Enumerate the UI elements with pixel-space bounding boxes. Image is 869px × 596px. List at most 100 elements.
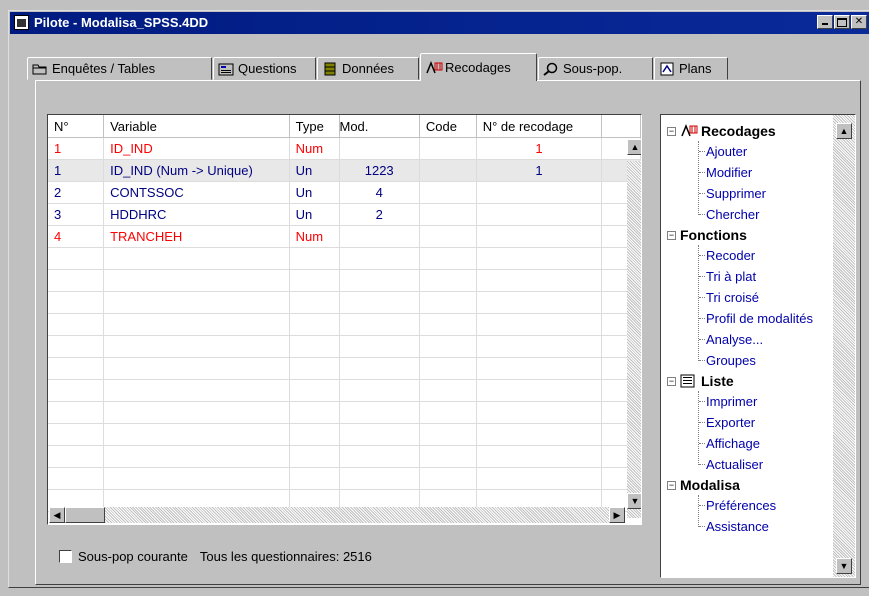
column-header-code[interactable]: Code <box>419 115 477 138</box>
cell-variable: TRANCHEH <box>103 225 290 248</box>
cell-variable: HDDHRC <box>103 203 290 226</box>
tree-item-label: Tri à plat <box>706 269 757 284</box>
cell-recodage <box>476 225 603 248</box>
cell-recodage <box>476 335 603 358</box>
maximize-button[interactable] <box>834 15 850 29</box>
table-row[interactable] <box>48 401 641 424</box>
table-body: 1 ID_IND Num 1 1 ID_IND (Num -> Unique) Un 1223… <box>48 137 641 512</box>
minimize-button[interactable] <box>817 15 833 29</box>
tree-item[interactable]: Imprimer <box>699 391 757 412</box>
tab-plans[interactable]: Plans <box>654 57 728 80</box>
recode-icon <box>680 123 698 138</box>
collapse-icon[interactable]: − <box>667 480 676 490</box>
cell-n <box>48 247 105 270</box>
tree-item[interactable]: Affichage <box>699 433 760 454</box>
collapse-icon[interactable]: − <box>667 126 676 136</box>
sous-pop-checkbox[interactable] <box>59 549 72 563</box>
cell-variable <box>103 467 290 490</box>
table-row[interactable] <box>48 247 641 270</box>
tab-enquetes-tables[interactable]: Enquêtes / Tables <box>27 57 212 80</box>
table-row[interactable]: 1 ID_IND (Num -> Unique) Un 1223 1 <box>48 159 641 182</box>
magnifier-icon <box>543 62 559 76</box>
tree-item[interactable]: Modifier <box>699 162 752 183</box>
table-row[interactable] <box>48 357 641 380</box>
tree-item[interactable]: Tri à plat <box>699 266 756 287</box>
sous-pop-checkbox-label[interactable]: Sous-pop courante <box>78 549 188 564</box>
horizontal-scrollbar[interactable]: ◀ ▶ <box>49 507 625 523</box>
tree-item[interactable]: Actualiser <box>699 454 763 475</box>
table-row[interactable]: 1 ID_IND Num 1 <box>48 137 641 160</box>
cell-variable <box>103 445 290 468</box>
app-icon[interactable] <box>14 15 29 30</box>
collapse-icon[interactable]: − <box>667 230 676 240</box>
cell-mod <box>339 313 420 336</box>
table-row[interactable] <box>48 335 641 358</box>
cell-variable <box>103 335 290 358</box>
recodages-grid[interactable]: N° Variable Type Mod. Code N° de recodag… <box>47 114 642 525</box>
scroll-left-button[interactable]: ◀ <box>49 507 65 523</box>
tab-donnees[interactable]: Données <box>317 57 419 80</box>
cell-code <box>419 379 477 402</box>
tree-item[interactable]: Ajouter <box>699 141 747 162</box>
title-bar[interactable]: Pilote - Modalisa_SPSS.4DD ✕ <box>10 12 869 34</box>
cell-code <box>419 467 477 490</box>
table-row[interactable]: 3 HDDHRC Un 2 <box>48 203 641 226</box>
column-header-type[interactable]: Type <box>289 115 340 138</box>
tree-node-label: Recodages <box>701 123 776 139</box>
tree-item-label: Assistance <box>706 519 769 534</box>
close-button[interactable]: ✕ <box>851 15 867 29</box>
tree-item[interactable]: Préférences <box>699 495 776 516</box>
table-row[interactable] <box>48 445 641 468</box>
tree-item[interactable]: Assistance <box>699 516 769 537</box>
tab-sous-pop[interactable]: Sous-pop. <box>538 57 653 80</box>
tree-item[interactable]: Profil de modalités <box>699 308 813 329</box>
scroll-right-button[interactable]: ▶ <box>609 507 625 523</box>
tree-item[interactable]: Exporter <box>699 412 755 433</box>
cell-mod <box>339 357 420 380</box>
cell-variable: ID_IND <box>103 137 290 160</box>
table-row[interactable]: 2 CONTSSOC Un 4 <box>48 181 641 204</box>
tab-recodages[interactable]: Recodages <box>420 53 537 81</box>
column-header-mod[interactable]: Mod. <box>339 115 420 138</box>
tree-item[interactable]: Analyse... <box>699 329 763 350</box>
tree-item[interactable]: Recoder <box>699 245 755 266</box>
cell-n <box>48 423 105 446</box>
vertical-scrollbar[interactable] <box>627 161 641 518</box>
table-row[interactable] <box>48 291 641 314</box>
column-header-n[interactable]: N° <box>48 115 105 138</box>
tree-item[interactable]: Supprimer <box>699 183 766 204</box>
scroll-down-button[interactable]: ▼ <box>627 493 641 509</box>
cell-variable <box>103 423 290 446</box>
actions-tree[interactable]: ▲ ▼ − Recodages Ajouter Modifier Supprimer Ch… <box>660 114 856 578</box>
tree-node-liste[interactable]: − Liste <box>667 371 734 391</box>
status-row: Sous-pop courante Tous les questionnaire… <box>59 547 372 565</box>
tree-scroll-up-button[interactable]: ▲ <box>836 123 852 139</box>
table-row[interactable] <box>48 379 641 402</box>
tab-label: Sous-pop. <box>563 61 623 76</box>
tree-vertical-scrollbar[interactable]: ▲ ▼ <box>833 115 855 577</box>
horizontal-scroll-thumb[interactable] <box>65 507 105 523</box>
tree-node-fonctions[interactable]: − Fonctions <box>667 225 747 245</box>
cell-n: 1 <box>48 137 105 160</box>
table-row[interactable]: 4 TRANCHEH Num <box>48 225 641 248</box>
tree-item-label: Affichage <box>706 436 760 451</box>
scroll-up-button[interactable]: ▲ <box>627 139 641 155</box>
tree-item[interactable]: Chercher <box>699 204 759 225</box>
cell-mod <box>339 401 420 424</box>
table-row[interactable] <box>48 467 641 490</box>
column-header-recodage[interactable]: N° de recodage <box>476 115 603 138</box>
cell-code <box>419 401 477 424</box>
tree-node-modalisa[interactable]: − Modalisa <box>667 475 740 495</box>
table-row[interactable] <box>48 269 641 292</box>
tree-item[interactable]: Tri croisé <box>699 287 759 308</box>
tree-item[interactable]: Groupes <box>699 350 756 371</box>
cell-recodage <box>476 247 603 270</box>
tab-questions[interactable]: Questions <box>213 57 316 80</box>
tree-node-recodages[interactable]: − Recodages <box>667 121 776 141</box>
table-row[interactable] <box>48 423 641 446</box>
collapse-icon[interactable]: − <box>667 376 676 386</box>
column-header-variable[interactable]: Variable <box>103 115 290 138</box>
tree-scroll-down-button[interactable]: ▼ <box>836 558 852 574</box>
table-row[interactable] <box>48 313 641 336</box>
tree-connector-line <box>698 391 699 465</box>
